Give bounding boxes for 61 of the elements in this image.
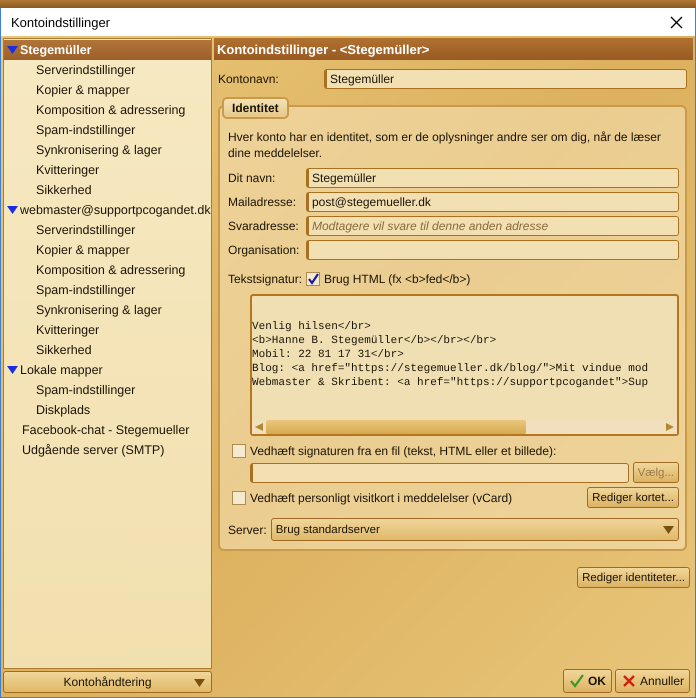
edit-identities-button[interactable]: Rediger identiteter... (577, 567, 690, 588)
tree-item[interactable]: Kopier & mapper (4, 80, 211, 100)
panel-header: Kontoindstillinger - <Stegemüller> (214, 38, 693, 60)
signature-textarea[interactable] (250, 294, 679, 436)
group-title: Identitet (222, 97, 289, 119)
server-dropdown[interactable]: Brug standardserver (270, 518, 679, 541)
checkmark-icon (568, 673, 585, 689)
input-field[interactable]: Modtagere vil svare til denne anden adresse (306, 216, 679, 236)
ok-button[interactable]: OK (562, 669, 612, 693)
field-label: Dit navn: (228, 171, 276, 185)
caret-icon (194, 679, 205, 687)
tree-item[interactable]: Serverindstillinger (4, 220, 211, 240)
tree-item[interactable]: Kvitteringer (4, 160, 211, 180)
tree-item[interactable]: Diskplads (4, 400, 211, 420)
tree-item[interactable]: Spam-indstillinger (4, 380, 211, 400)
field-label: Kontonavn: (218, 72, 280, 86)
field-label: Organisation: (228, 243, 300, 257)
tree-item[interactable]: Stegemüller (4, 40, 211, 60)
tree-item[interactable]: Facebook-chat - Stegemueller (4, 420, 211, 440)
checkbox-label: Brug HTML (fx <b>fed</b>) (324, 272, 470, 286)
input-field[interactable]: Stegemüller (324, 69, 687, 89)
field-label: Server: (228, 522, 267, 536)
tree-item[interactable]: Komposition & adressering (4, 260, 211, 280)
tree-item[interactable]: Serverindstillinger (4, 60, 211, 80)
expanded-triangle-icon[interactable] (7, 366, 18, 374)
close-icon (670, 16, 683, 28)
tree-item[interactable]: Spam-indstillinger (4, 280, 211, 300)
caret-icon (663, 526, 674, 534)
expanded-triangle-icon[interactable] (7, 206, 18, 214)
description-text: Hver konto har en identitet, som er de oplysninger andre ser om dig, når de læser dine meddelelser. (228, 129, 662, 161)
window-title: Kontoindstillinger (11, 14, 110, 30)
account-actions-button[interactable]: Kontohåndtering (3, 671, 212, 693)
tree-item[interactable]: Sikkerhed (4, 340, 211, 360)
file-path-field[interactable] (250, 462, 629, 482)
field-label: Mailadresse: (228, 195, 298, 209)
checkbox[interactable] (232, 444, 246, 458)
checkbox[interactable] (232, 490, 246, 504)
horizontal-scrollbar[interactable] (252, 420, 677, 434)
tree-item[interactable]: Synkronisering & lager (4, 300, 211, 320)
tree-item[interactable]: webmaster@supportpcogandet.dk (4, 200, 211, 220)
tree-item[interactable]: Udgående server (SMTP) (4, 440, 211, 460)
checkbox-label: Vedhæft signaturen fra en fil (tekst, HTML eller et billede): (250, 444, 556, 458)
input-field[interactable] (306, 240, 679, 260)
field-label: Svaradresse: (228, 219, 300, 233)
checkbox-label: Vedhæft personligt visitkort i meddelelser (vCard) (250, 490, 512, 504)
tree-item[interactable]: Synkronisering & lager (4, 140, 211, 160)
scrollbar-thumb[interactable] (266, 420, 526, 434)
tree-item[interactable]: Kopier & mapper (4, 240, 211, 260)
tree-item[interactable]: Kvitteringer (4, 320, 211, 340)
edit-card-button[interactable]: Rediger kortet... (587, 487, 679, 508)
tree-item[interactable]: Sikkerhed (4, 180, 211, 200)
cross-icon (620, 673, 637, 689)
input-field[interactable]: Stegemüller (306, 168, 679, 188)
checkbox[interactable] (306, 272, 320, 286)
cancel-button[interactable]: Annuller (614, 669, 690, 693)
field-label: Tekstsignatur: (228, 272, 302, 286)
signature-text: Venlig hilsen</br> <b>Hanne B. Stegemüller</b></br></br> Mobil: 22 81 17 31</br> Blog: <a href="https://stegemueller.dk/blog/">Mit vindue mod Webmaster & Skribent: <a href="https://supportpcogandet">Sup (252, 320, 650, 391)
tree-item[interactable]: Komposition & adressering (4, 100, 211, 120)
tree-item[interactable]: Spam-indstillinger (4, 120, 211, 140)
input-field[interactable]: post@stegemueller.dk (306, 192, 679, 212)
tree-item[interactable]: Lokale mapper (4, 360, 211, 380)
